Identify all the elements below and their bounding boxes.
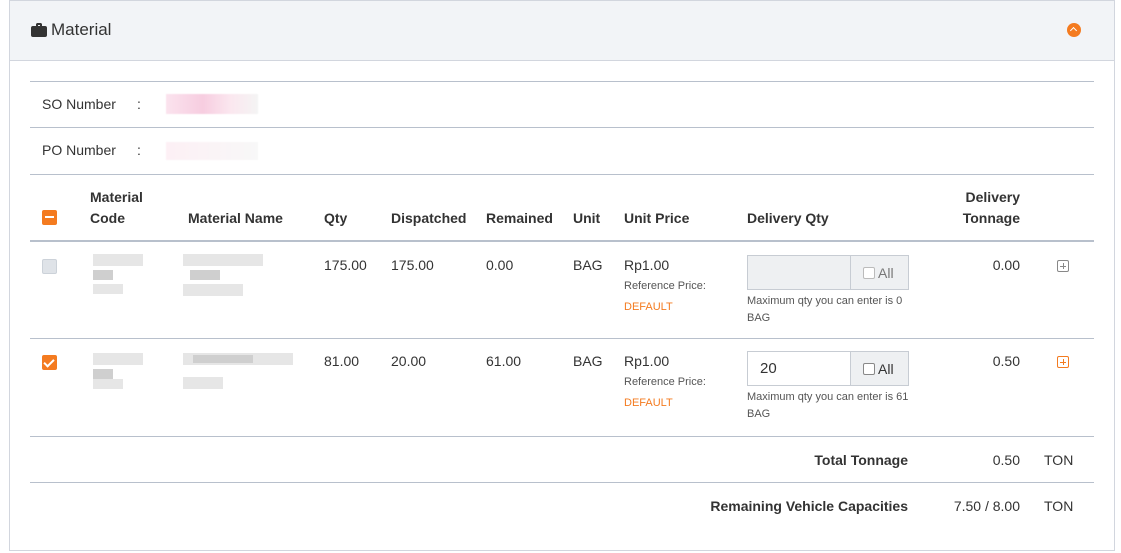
panel-title-text: Material xyxy=(51,20,112,39)
delivery-qty-input[interactable] xyxy=(747,351,851,386)
row-checkbox[interactable] xyxy=(42,355,57,370)
all-toggle[interactable]: All xyxy=(850,255,909,290)
remaining-capacity-label: Remaining Vehicle Capacities xyxy=(710,498,908,514)
panel-header: Material xyxy=(10,0,1114,61)
briefcase-icon xyxy=(31,23,47,37)
max-qty-hint: Maximum qty you can enter is 61 BAG xyxy=(747,391,909,420)
header-delivery-tonnage: Delivery Tonnage xyxy=(962,189,1020,226)
row-checkbox[interactable] xyxy=(42,259,57,274)
unit-price-value: Rp1.00 xyxy=(624,353,670,369)
dispatched-value: 175.00 xyxy=(391,257,434,273)
so-number-label: SO Number xyxy=(42,96,116,112)
header-qty: Qty xyxy=(324,210,348,226)
reference-price-label: Reference Price: xyxy=(624,376,706,388)
remaining-capacity-row: Remaining Vehicle Capacities 7.50 / 8.00… xyxy=(30,483,1094,529)
total-tonnage-unit: TON xyxy=(1044,452,1074,468)
header-material-code: Material Code xyxy=(90,189,143,226)
table-row: 175.00 175.00 0.00 BAG Rp1.00 Reference … xyxy=(30,242,1094,339)
qty-value: 81.00 xyxy=(324,353,360,369)
max-qty-hint: Maximum qty you can enter is 0 BAG xyxy=(747,295,903,324)
so-number-redacted xyxy=(166,94,258,114)
so-number-row: SO Number : xyxy=(30,81,1094,127)
material-panel: Material SO Number : PO Number : Materia… xyxy=(9,0,1115,551)
unit-value: BAG xyxy=(573,353,603,369)
header-unit: Unit xyxy=(573,210,601,226)
qty-value: 175.00 xyxy=(324,257,367,273)
header-delivery-qty: Delivery Qty xyxy=(747,210,829,226)
all-label: All xyxy=(878,264,894,281)
delivery-qty-input[interactable] xyxy=(747,255,851,290)
order-info: SO Number : PO Number : xyxy=(30,81,1094,173)
reference-price-label: Reference Price: xyxy=(624,280,706,292)
material-table: Material Code Material Name Qty Dispatch… xyxy=(30,174,1094,529)
delivery-tonnage-value: 0.50 xyxy=(992,353,1020,369)
remaining-capacity-value: 7.50 / 8.00 xyxy=(953,498,1020,514)
table-row: 81.00 20.00 61.00 BAG Rp1.00 Reference P… xyxy=(30,339,1094,437)
remained-value: 61.00 xyxy=(486,353,522,369)
remained-value: 0.00 xyxy=(486,257,514,273)
plus-square-icon[interactable] xyxy=(1057,260,1069,272)
reference-price-value: DEFAULT xyxy=(624,397,673,409)
po-number-row: PO Number : xyxy=(30,127,1094,173)
so-number-colon: : xyxy=(137,96,141,112)
table-header: Material Code Material Name Qty Dispatch… xyxy=(30,174,1094,242)
po-number-label: PO Number xyxy=(42,142,116,158)
header-unit-price: Unit Price xyxy=(624,210,690,226)
panel-title: Material xyxy=(31,20,111,40)
select-all-checkbox[interactable] xyxy=(42,210,57,225)
plus-square-icon[interactable] xyxy=(1057,356,1069,368)
all-toggle[interactable]: All xyxy=(850,351,909,386)
header-remained: Remained xyxy=(486,210,553,226)
all-label: All xyxy=(878,360,894,377)
total-tonnage-label: Total Tonnage xyxy=(814,452,908,468)
po-number-colon: : xyxy=(137,142,141,158)
po-number-redacted xyxy=(166,142,258,160)
reference-price-value: DEFAULT xyxy=(624,301,673,313)
header-material-name: Material Name xyxy=(188,210,283,226)
unit-value: BAG xyxy=(573,257,603,273)
all-checkbox[interactable] xyxy=(863,266,875,279)
total-tonnage-value: 0.50 xyxy=(992,452,1020,468)
delivery-tonnage-value: 0.00 xyxy=(992,257,1020,273)
total-tonnage-row: Total Tonnage 0.50 TON xyxy=(30,437,1094,483)
chevron-up-icon[interactable] xyxy=(1067,23,1081,37)
all-checkbox[interactable] xyxy=(863,362,875,375)
header-dispatched: Dispatched xyxy=(391,210,467,226)
remaining-capacity-unit: TON xyxy=(1044,498,1074,514)
dispatched-value: 20.00 xyxy=(391,353,427,369)
unit-price-value: Rp1.00 xyxy=(624,257,670,273)
